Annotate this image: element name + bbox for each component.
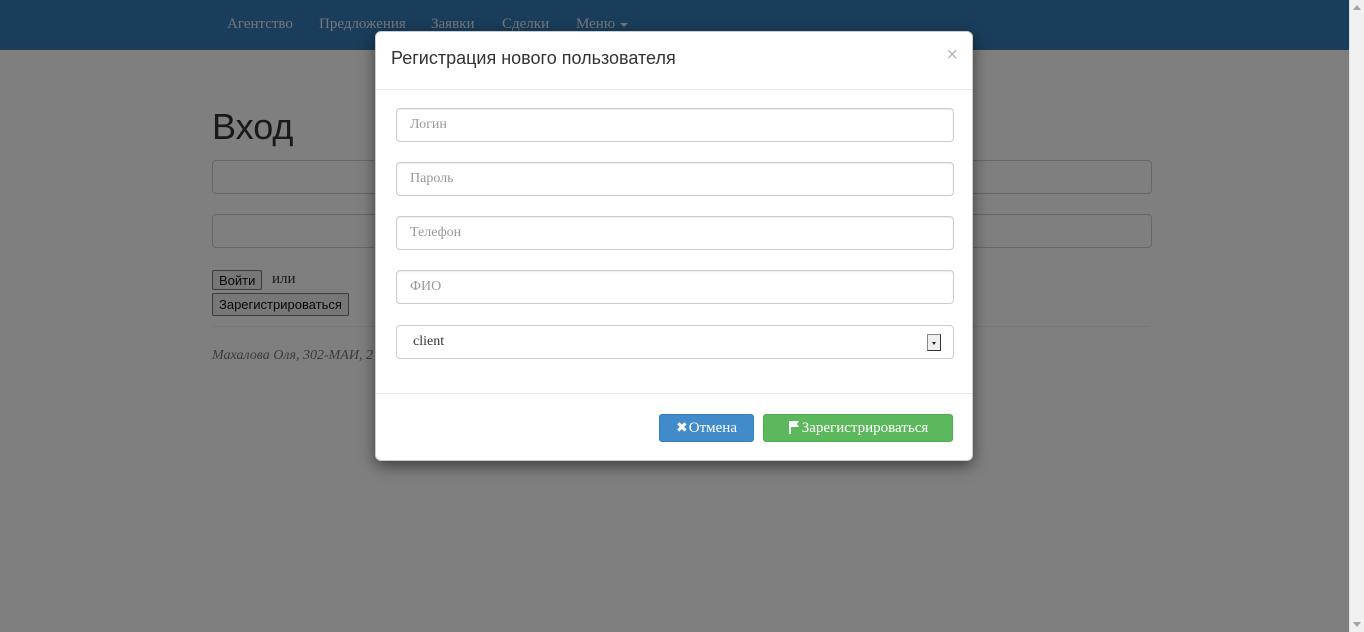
scroll-down-icon[interactable] bbox=[1353, 622, 1361, 627]
cancel-label: Отмена bbox=[688, 420, 737, 436]
vertical-scrollbar[interactable] bbox=[1349, 0, 1364, 632]
scroll-up-icon[interactable] bbox=[1353, 5, 1361, 10]
password-field[interactable] bbox=[396, 162, 954, 196]
cancel-button[interactable]: ✖Отмена bbox=[659, 414, 754, 442]
registration-modal: Регистрация нового пользователя × client… bbox=[375, 31, 973, 461]
flag-icon bbox=[788, 421, 799, 434]
role-select[interactable]: client bbox=[396, 325, 954, 359]
dropdown-arrow-icon[interactable] bbox=[927, 334, 941, 351]
close-x-icon: ✖ bbox=[676, 420, 688, 436]
modal-title: Регистрация нового пользователя bbox=[391, 48, 676, 68]
modal-header: Регистрация нового пользователя × bbox=[376, 32, 972, 90]
fio-field[interactable] bbox=[396, 270, 954, 304]
close-icon[interactable]: × bbox=[946, 45, 958, 65]
phone-field[interactable] bbox=[396, 216, 954, 250]
login-field[interactable] bbox=[396, 108, 954, 142]
role-select-value: client bbox=[413, 334, 445, 349]
modal-footer-divider bbox=[376, 393, 972, 394]
register-label: Зарегистрироваться bbox=[801, 420, 929, 436]
register-button[interactable]: Зарегистрироваться bbox=[763, 414, 953, 442]
